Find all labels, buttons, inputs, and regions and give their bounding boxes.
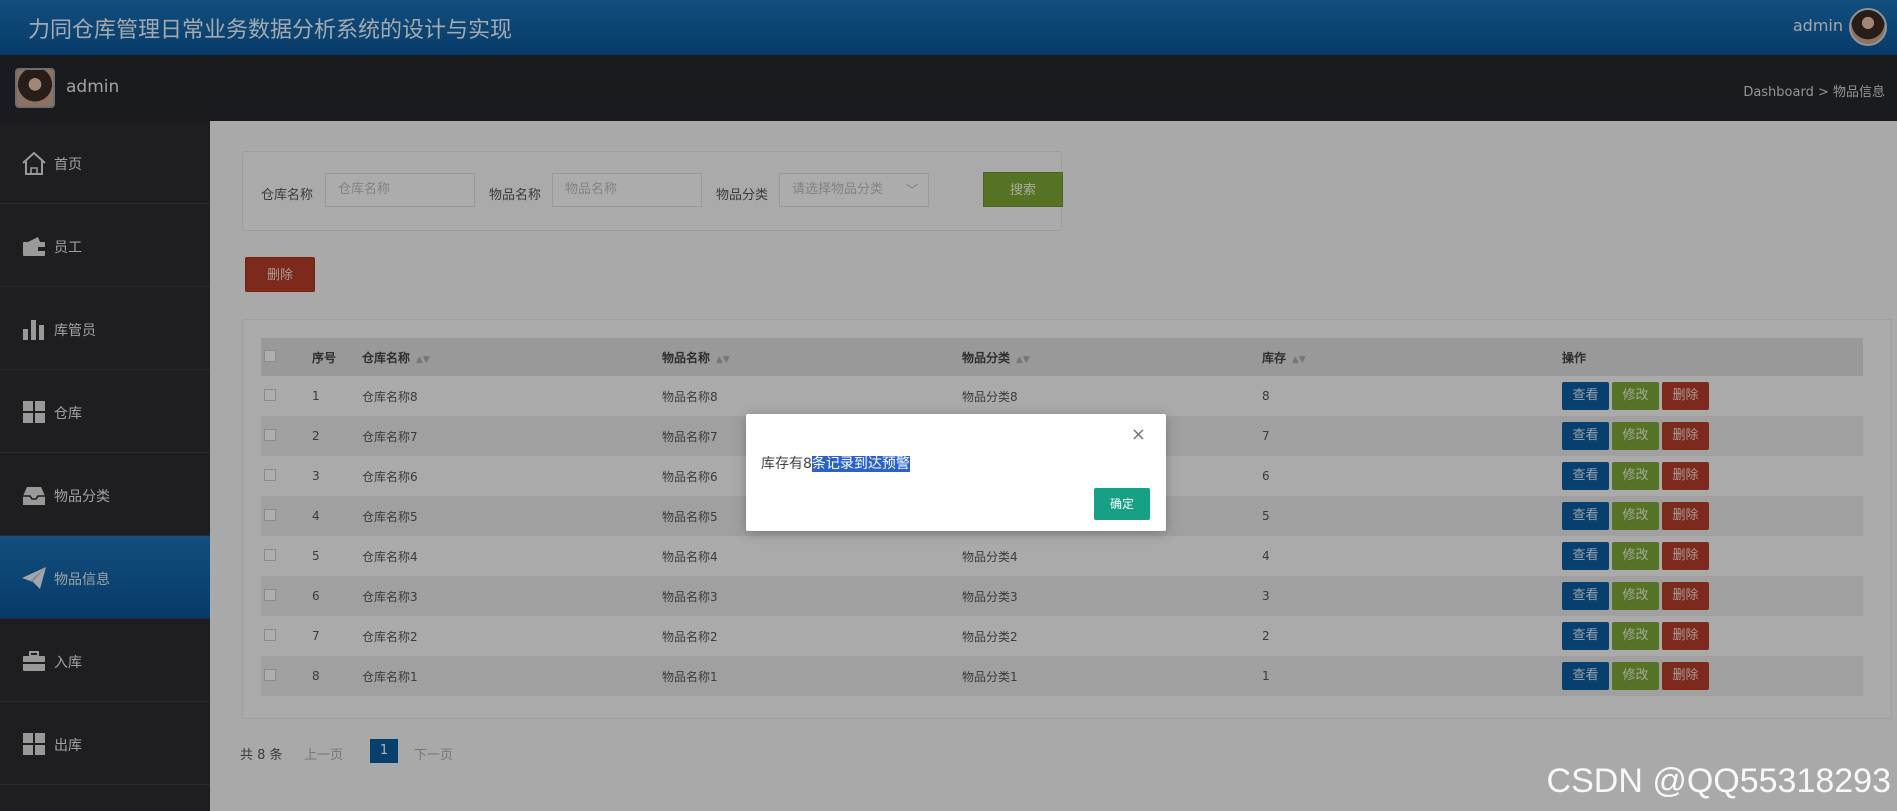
- confirm-button[interactable]: 确定: [1094, 488, 1150, 520]
- modal-overlay: [0, 0, 1897, 811]
- dialog-message-selected: 条记录到达预警: [811, 456, 910, 472]
- dialog-message: 库存有8条记录到达预警: [761, 453, 910, 473]
- alert-dialog: × 库存有8条记录到达预警 确定: [746, 414, 1166, 531]
- close-icon[interactable]: ×: [1131, 424, 1146, 445]
- watermark: CSDN @QQ55318293: [1546, 762, 1891, 800]
- dialog-message-prefix: 库存有8: [761, 456, 812, 472]
